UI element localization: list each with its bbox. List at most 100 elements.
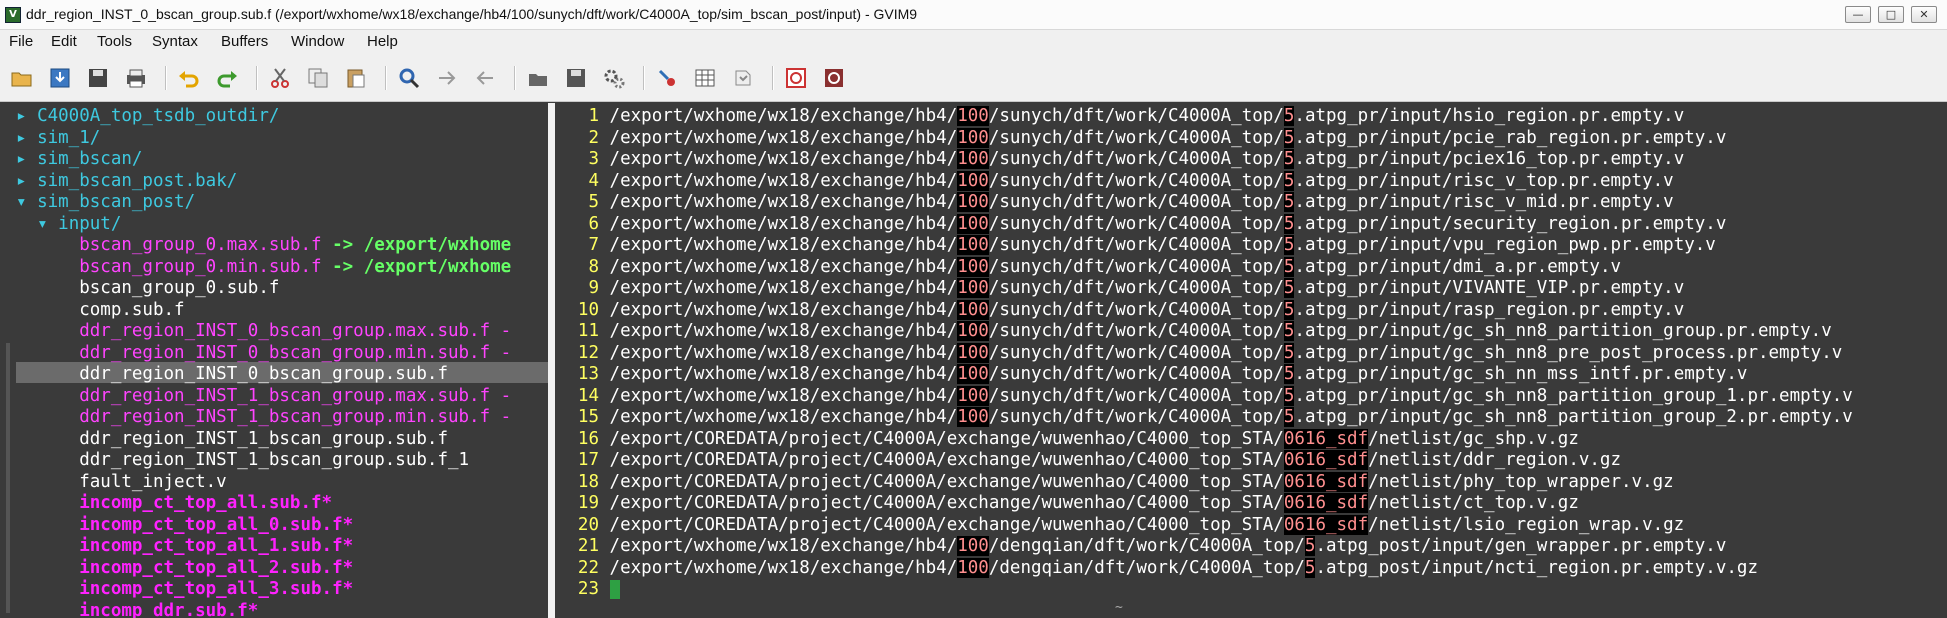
menu-window[interactable]: Window xyxy=(291,33,344,50)
close-button[interactable]: ✕ xyxy=(1911,6,1937,23)
buffer-line[interactable]: 5 /export/wxhome/wx18/exchange/hb4/100/s… xyxy=(555,192,1674,213)
tree-item[interactable]: ddr_region_INST_0_bscan_group.max.sub.f … xyxy=(16,321,511,342)
search-highlight: 100 xyxy=(957,342,989,363)
buffer-line[interactable]: 21 /export/wxhome/wx18/exchange/hb4/100/… xyxy=(555,536,1726,557)
save-download-icon[interactable] xyxy=(46,64,74,92)
tree-item[interactable]: ▾ input/ xyxy=(16,214,121,235)
tree-item[interactable]: ddr_region_INST_0_bscan_group.sub.f xyxy=(16,364,448,385)
buffer-line[interactable]: 14 /export/wxhome/wx18/exchange/hb4/100/… xyxy=(555,385,1853,407)
help-icon[interactable] xyxy=(782,64,810,92)
buffer-line[interactable]: 16 /export/COREDATA/project/C4000A/excha… xyxy=(555,428,1579,450)
buffer-pane[interactable]: 1 /export/wxhome/wx18/exchange/hb4/100/s… xyxy=(555,103,1947,618)
menu-file[interactable]: File xyxy=(9,33,33,50)
maximize-button[interactable]: □ xyxy=(1878,6,1904,23)
cut-icon[interactable] xyxy=(266,64,294,92)
buffer-line[interactable]: 12 /export/wxhome/wx18/exchange/hb4/100/… xyxy=(555,342,1842,364)
tree-item[interactable]: ▾ sim_bscan_post/ xyxy=(16,192,195,213)
buffer-line[interactable]: 9 /export/wxhome/wx18/exchange/hb4/100/s… xyxy=(555,278,1684,299)
vertical-split-divider[interactable] xyxy=(548,103,555,618)
tree-item-name: comp.sub.f xyxy=(79,299,185,320)
buffer-line[interactable]: 3 /export/wxhome/wx18/exchange/hb4/100/s… xyxy=(555,149,1684,170)
line-text: /export/wxhome/wx18/exchange/hb4/ xyxy=(609,149,958,169)
file-explorer-pane[interactable]: ▸ C4000A_top_tsdb_outdir/▸ sim_1/▸ sim_b… xyxy=(16,103,548,618)
tree-item-prefix xyxy=(16,257,79,277)
buffer-line[interactable]: 6 /export/wxhome/wx18/exchange/hb4/100/s… xyxy=(555,213,1726,235)
line-number: 11 xyxy=(577,321,599,341)
tree-item-prefix xyxy=(16,515,79,535)
buffer-line[interactable]: 10 /export/wxhome/wx18/exchange/hb4/100/… xyxy=(555,299,1684,321)
tree-item[interactable]: comp.sub.f xyxy=(16,299,185,321)
gvim-app-icon[interactable]: V xyxy=(5,7,21,23)
buffer-line[interactable]: 23 xyxy=(555,579,620,600)
copy-icon[interactable] xyxy=(304,64,332,92)
tree-item[interactable]: incomp_ct_top_all_3.sub.f* xyxy=(16,579,353,600)
run-script-icon[interactable] xyxy=(600,64,628,92)
tree-item[interactable]: ▸ sim_bscan_post.bak/ xyxy=(16,171,237,192)
tree-item[interactable]: bscan_group_0.min.sub.f -> /export/wxhom… xyxy=(16,257,511,278)
menu-edit[interactable]: Edit xyxy=(51,33,77,50)
tree-item[interactable]: ddr_region_INST_0_bscan_group.min.sub.f … xyxy=(16,343,511,364)
find-prev-icon[interactable] xyxy=(471,64,499,92)
menu-tools[interactable]: Tools xyxy=(97,33,132,50)
buffer-line[interactable]: 17 /export/COREDATA/project/C4000A/excha… xyxy=(555,450,1621,471)
buffer-line[interactable]: 15 /export/wxhome/wx18/exchange/hb4/100/… xyxy=(555,407,1853,428)
buffer-line[interactable]: 8 /export/wxhome/wx18/exchange/hb4/100/s… xyxy=(555,256,1621,278)
tree-item[interactable]: ▸ sim_bscan/ xyxy=(16,149,142,170)
text-cursor xyxy=(609,579,620,599)
tree-item-prefix: ▸ xyxy=(16,127,38,148)
tree-item[interactable]: incomp_ct_top_all.sub.f* xyxy=(16,493,332,514)
command-line[interactable]: ~ xyxy=(1115,600,1123,615)
buffer-line[interactable]: 1 /export/wxhome/wx18/exchange/hb4/100/s… xyxy=(555,106,1684,127)
buffer-line[interactable]: 7 /export/wxhome/wx18/exchange/hb4/100/s… xyxy=(555,235,1716,256)
tree-item[interactable]: ddr_region_INST_1_bscan_group.sub.f_1 xyxy=(16,450,469,471)
shell-icon[interactable] xyxy=(691,64,719,92)
buffer-line[interactable]: 13 /export/wxhome/wx18/exchange/hb4/100/… xyxy=(555,364,1747,385)
buffer-line[interactable]: 22 /export/wxhome/wx18/exchange/hb4/100/… xyxy=(555,557,1758,579)
tree-item[interactable]: incomp_ddr.sub.f* xyxy=(16,601,258,618)
tree-item[interactable]: incomp_ct_top_all_2.sub.f* xyxy=(16,558,353,579)
buffer-line[interactable]: 20 /export/COREDATA/project/C4000A/excha… xyxy=(555,514,1684,536)
tree-item[interactable]: ddr_region_INST_1_bscan_group.sub.f xyxy=(16,429,448,450)
line-text: /export/wxhome/wx18/exchange/hb4/ xyxy=(609,256,958,277)
tree-item-prefix xyxy=(16,343,79,363)
line-number: 8 xyxy=(588,256,599,277)
find-help-icon[interactable] xyxy=(820,64,848,92)
search-highlight: 100 xyxy=(957,192,989,212)
paste-icon[interactable] xyxy=(342,64,370,92)
line-number: 13 xyxy=(577,364,599,384)
buffer-line[interactable]: 2 /export/wxhome/wx18/exchange/hb4/100/s… xyxy=(555,127,1726,149)
tree-item[interactable]: fault_inject.v xyxy=(16,472,227,493)
save-session-icon[interactable] xyxy=(562,64,590,92)
search-highlight: 5 xyxy=(1283,407,1295,427)
tree-item-name: incomp_ct_top_all_1.sub.f* xyxy=(79,536,354,556)
tree-item[interactable]: ddr_region_INST_1_bscan_group.max.sub.f … xyxy=(16,386,511,407)
undo-icon[interactable] xyxy=(175,64,203,92)
line-text: /export/wxhome/wx18/exchange/hb4/ xyxy=(609,170,958,191)
buffer-line[interactable]: 4 /export/wxhome/wx18/exchange/hb4/100/s… xyxy=(555,170,1674,192)
tree-item[interactable]: incomp_ct_top_all_1.sub.f* xyxy=(16,536,353,557)
find-next-icon[interactable] xyxy=(433,64,461,92)
minimize-button[interactable]: — xyxy=(1845,6,1871,23)
tree-item[interactable]: ▸ sim_1/ xyxy=(16,128,100,149)
menu-help[interactable]: Help xyxy=(367,33,398,50)
redo-icon[interactable] xyxy=(213,64,241,92)
make-icon[interactable] xyxy=(653,64,681,92)
find-replace-icon[interactable] xyxy=(395,64,423,92)
print-icon[interactable] xyxy=(122,64,150,92)
save-icon[interactable] xyxy=(84,64,112,92)
buffer-line[interactable]: 11 /export/wxhome/wx18/exchange/hb4/100/… xyxy=(555,321,1832,342)
left-scrollbar[interactable] xyxy=(6,343,10,613)
open-icon[interactable] xyxy=(8,64,36,92)
tree-item[interactable]: bscan_group_0.max.sub.f -> /export/wxhom… xyxy=(16,235,511,256)
tree-item[interactable]: bscan_group_0.sub.f xyxy=(16,278,279,299)
tree-item-name: ddr_region_INST_1_bscan_group.sub.f_1 xyxy=(79,450,470,470)
menu-syntax[interactable]: Syntax xyxy=(152,33,198,50)
menu-buffers[interactable]: Buffers xyxy=(221,33,268,50)
tree-item[interactable]: incomp_ct_top_all_0.sub.f* xyxy=(16,515,353,536)
tree-item[interactable]: ▸ C4000A_top_tsdb_outdir/ xyxy=(16,106,279,127)
tags-icon[interactable] xyxy=(729,64,757,92)
buffer-line[interactable]: 19 /export/COREDATA/project/C4000A/excha… xyxy=(555,493,1579,514)
tree-item[interactable]: ddr_region_INST_1_bscan_group.min.sub.f … xyxy=(16,407,511,428)
buffer-line[interactable]: 18 /export/COREDATA/project/C4000A/excha… xyxy=(555,471,1674,493)
load-session-icon[interactable] xyxy=(524,64,552,92)
